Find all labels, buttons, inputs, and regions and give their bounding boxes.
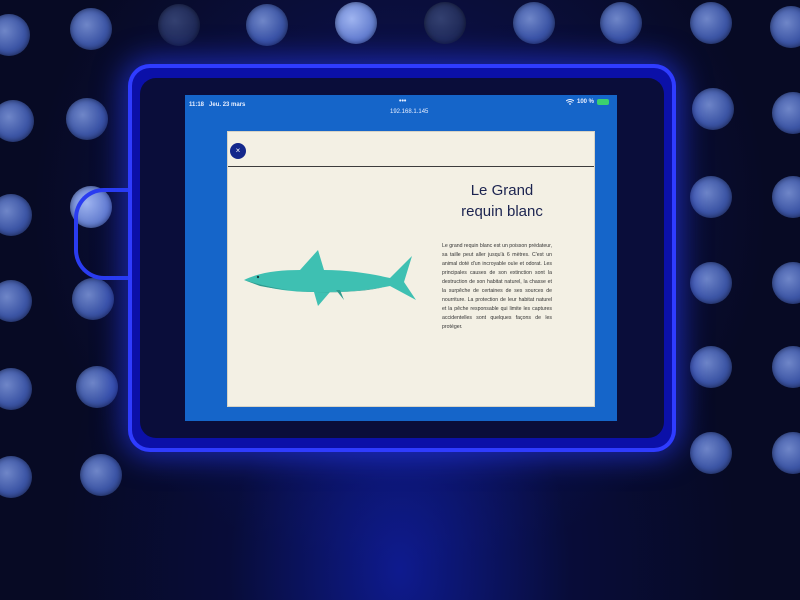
wall-hole	[246, 4, 288, 46]
wall-hole	[690, 176, 732, 218]
wall-hole	[76, 366, 118, 408]
battery-icon	[597, 99, 609, 105]
wall-hole	[690, 262, 732, 304]
wall-hole	[72, 278, 114, 320]
status-time: 11:18 Jeu. 23 mars	[189, 102, 245, 108]
shark-illustration	[244, 250, 416, 306]
status-url: 192.168.1.145	[390, 109, 429, 115]
card-header: ×	[228, 132, 594, 167]
wall-hole	[600, 2, 642, 44]
battery-percent: 100 %	[576, 99, 594, 105]
wall-hole	[158, 4, 200, 46]
multitask-dots-icon[interactable]: •••	[399, 98, 406, 105]
card-title-line1: Le Grand	[470, 182, 534, 199]
wifi-icon	[565, 99, 574, 105]
close-icon[interactable]: ×	[230, 143, 246, 159]
wall-hole	[513, 2, 555, 44]
wall-hole	[424, 2, 466, 44]
wall-hole	[66, 98, 108, 140]
wall-hole	[690, 2, 732, 44]
status-date: Jeu. 23 mars	[209, 102, 246, 108]
info-card: × Le Grand requin blanc Le grand requin …	[227, 131, 595, 407]
card-description: Le grand requin blanc est un poisson pré…	[442, 243, 552, 330]
wall-hole	[692, 88, 734, 130]
status-indicators: 100 %	[565, 99, 609, 105]
wall-hole	[690, 432, 732, 474]
wall-hole	[70, 8, 112, 50]
wall-hole	[690, 346, 732, 388]
wall-hole	[80, 454, 122, 496]
tablet-screen: 11:18 Jeu. 23 mars ••• 192.168.1.145 100…	[185, 95, 617, 421]
wall-hole	[335, 2, 377, 44]
status-bar: 11:18 Jeu. 23 mars ••• 192.168.1.145 100…	[185, 95, 617, 117]
card-title: Le Grand requin blanc	[442, 180, 562, 222]
card-title-line2: requin blanc	[461, 203, 543, 220]
status-clock: 11:18	[189, 102, 205, 108]
